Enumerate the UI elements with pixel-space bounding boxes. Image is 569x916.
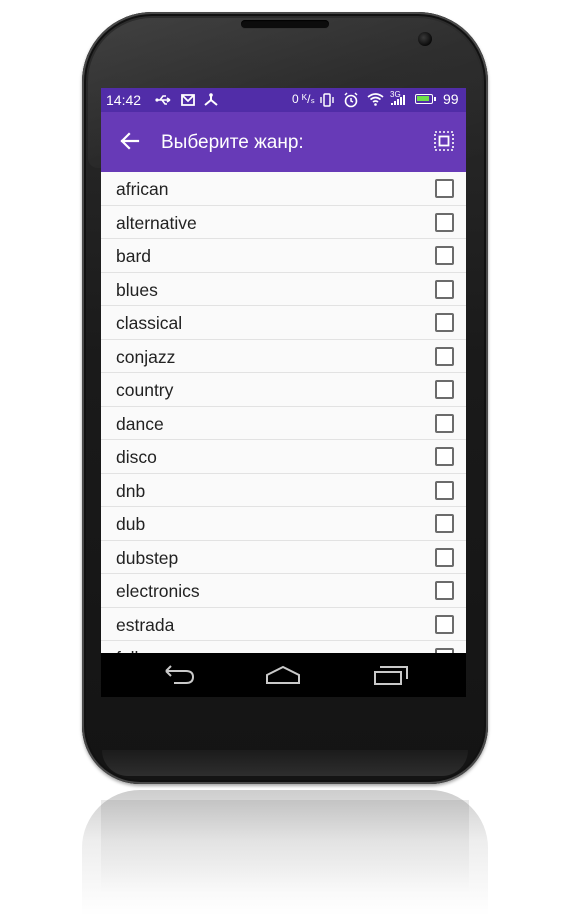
genre-label: classical xyxy=(116,313,183,333)
genre-checkbox[interactable] xyxy=(435,413,454,433)
genre-list-item[interactable]: classical xyxy=(101,306,466,340)
genre-list-item[interactable]: dubstep xyxy=(101,540,466,574)
home-icon[interactable] xyxy=(263,663,303,687)
genre-list-item[interactable]: electronics xyxy=(101,574,466,608)
cell-signal-icon xyxy=(391,95,405,105)
genre-list-item[interactable]: folk xyxy=(101,641,466,653)
genre-label: estrada xyxy=(116,614,175,635)
share-icon xyxy=(204,93,218,106)
genre-checkbox[interactable] xyxy=(435,480,454,500)
battery-level-fill xyxy=(417,96,429,101)
recent-apps-icon[interactable] xyxy=(371,663,411,687)
battery-icon xyxy=(415,94,436,104)
app-bar: Выберите жанр: xyxy=(101,112,466,172)
genre-list-item[interactable]: african xyxy=(101,172,466,206)
vibrate-icon xyxy=(320,93,334,107)
genre-label: dnb xyxy=(116,480,146,501)
genre-list-item[interactable]: estrada xyxy=(101,607,466,641)
status-time: 14:42 xyxy=(106,92,142,108)
genre-checkbox[interactable] xyxy=(435,313,454,332)
wifi-icon xyxy=(367,93,384,106)
genre-label: dance xyxy=(116,413,164,434)
genre-label: alternative xyxy=(116,212,197,233)
genre-list-item[interactable]: bard xyxy=(101,239,466,273)
status-bar: 14:42 0 ᴷ/ₛ 3G 99 xyxy=(101,88,466,112)
genre-list-item[interactable]: country xyxy=(101,373,466,407)
navigation-bar xyxy=(101,653,466,697)
genre-list-item[interactable]: conjazz xyxy=(101,339,466,373)
genre-list-item[interactable]: dub xyxy=(101,507,466,541)
back-icon[interactable] xyxy=(158,663,198,687)
alarm-icon xyxy=(344,92,358,108)
gmail-icon xyxy=(181,94,195,106)
phone-bottom-edge xyxy=(102,750,468,776)
page-title: Выберите жанр: xyxy=(161,132,304,153)
genre-checkbox[interactable] xyxy=(435,346,454,366)
genre-checkbox[interactable] xyxy=(435,614,454,634)
select-all-icon[interactable] xyxy=(433,130,455,152)
genre-checkbox[interactable] xyxy=(435,380,454,399)
genre-list-item[interactable]: alternative xyxy=(101,205,466,239)
genre-label: conjazz xyxy=(116,346,176,367)
back-arrow-icon[interactable] xyxy=(117,128,143,154)
genre-label: disco xyxy=(116,447,157,467)
genre-label: bard xyxy=(116,246,152,266)
genre-label: blues xyxy=(116,279,158,300)
genre-label: country xyxy=(116,380,174,400)
genre-list: african alternative bard blues classical conj… xyxy=(101,172,466,653)
genre-label: dub xyxy=(116,514,146,534)
genre-checkbox[interactable] xyxy=(435,547,454,567)
genre-label: electronics xyxy=(116,581,200,601)
genre-checkbox[interactable] xyxy=(435,447,454,466)
genre-list-item[interactable]: dnb xyxy=(101,473,466,507)
genre-list-item[interactable]: disco xyxy=(101,440,466,474)
genre-checkbox[interactable] xyxy=(435,279,454,299)
front-camera xyxy=(418,32,432,46)
usb-icon xyxy=(155,95,171,105)
genre-checkbox[interactable] xyxy=(435,212,454,232)
genre-checkbox[interactable] xyxy=(435,246,454,265)
network-speed: 0 ᴷ/ₛ xyxy=(292,92,315,106)
genre-checkbox[interactable] xyxy=(435,179,454,198)
genre-label: african xyxy=(116,179,169,199)
phone-reflection-screen xyxy=(101,800,469,916)
earpiece-speaker xyxy=(241,20,329,28)
genre-checkbox[interactable] xyxy=(435,514,454,533)
genre-label: dubstep xyxy=(116,547,179,568)
battery-percent: 99 xyxy=(443,91,459,107)
phone-reflection xyxy=(82,790,488,916)
screen: 14:42 0 ᴷ/ₛ 3G 99 Выберите жанр: african… xyxy=(101,88,466,653)
genre-list-item[interactable]: dance xyxy=(101,406,466,440)
genre-checkbox[interactable] xyxy=(435,581,454,600)
genre-list-item[interactable]: blues xyxy=(101,272,466,306)
